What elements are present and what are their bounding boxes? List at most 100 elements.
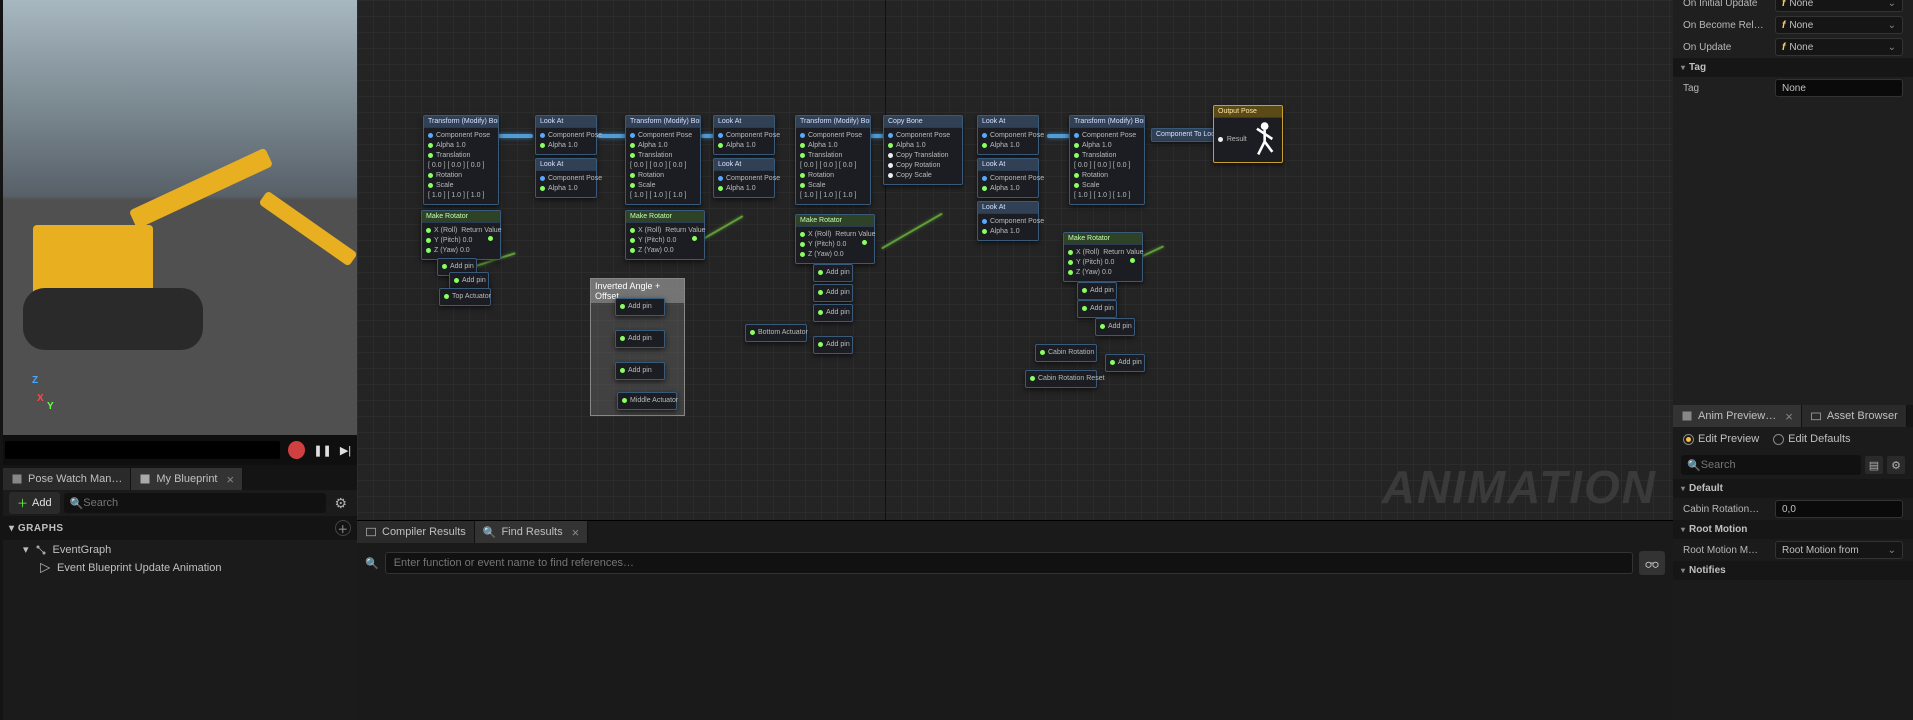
prop-cabin-rotation: Cabin Rotation… 0,0 [1673, 498, 1913, 520]
add-label: Add [32, 497, 52, 509]
tab-label: Compiler Results [382, 526, 466, 538]
node-transform-bone[interactable]: Transform (Modify) Bone Component Pose A… [423, 115, 499, 205]
anim-graph-canvas[interactable]: Transform (Modify) Bone Component Pose A… [357, 0, 1673, 520]
node-add-pin[interactable]: Add pin [813, 284, 853, 302]
tab-asset-browser[interactable]: Asset Browser [1802, 405, 1907, 427]
tree-label: EventGraph [53, 544, 112, 556]
find-in-all-button[interactable] [1639, 551, 1665, 575]
node-look-at[interactable]: Look At Component Pose Alpha 1.0 [977, 158, 1039, 198]
category-tag[interactable]: ▾ Tag [1673, 58, 1913, 77]
function-icon: f [1782, 0, 1785, 9]
preview-search[interactable]: 🔍 [1681, 455, 1861, 475]
close-icon[interactable]: × [572, 525, 580, 540]
node-add-pin[interactable]: Add pin [615, 362, 665, 380]
close-icon[interactable]: × [1785, 409, 1793, 424]
settings-gear-icon[interactable]: ⚙ [330, 495, 351, 512]
node-top-actuator[interactable]: Top Actuator [439, 288, 491, 306]
node-make-rotator[interactable]: Make Rotator X (Roll) Return Value Y (Pi… [1063, 232, 1143, 282]
tab-my-blueprint[interactable]: My Blueprint × [131, 468, 243, 490]
node-copy-bone[interactable]: Copy Bone Component Pose Alpha 1.0 Copy … [883, 115, 963, 185]
left-panel-tabs: Pose Watch Man… My Blueprint × [3, 468, 357, 490]
node-cabin-rotation[interactable]: Cabin Rotation [1035, 344, 1097, 362]
collapse-icon: ▾ [23, 543, 29, 556]
add-graph-button[interactable]: ＋ [335, 520, 351, 536]
node-transform-bone[interactable]: Transform (Modify) Bone Component Pose A… [1069, 115, 1145, 205]
graph-watermark: ANIMATION [1382, 460, 1657, 514]
close-icon[interactable]: × [227, 472, 235, 487]
blueprint-search-input[interactable] [83, 497, 320, 509]
node-add-pin[interactable]: Add pin [1077, 300, 1117, 318]
collapse-icon: ▾ [1681, 63, 1685, 72]
tree-item-event-update-animation[interactable]: Event Blueprint Update Animation [3, 559, 357, 577]
node-add-pin[interactable]: Add pin [1105, 354, 1145, 372]
node-look-at[interactable]: Look At Component Pose Alpha 1.0 [535, 158, 597, 198]
tree-item-eventgraph[interactable]: ▾ EventGraph [3, 540, 357, 559]
preview-search-input[interactable] [1701, 459, 1855, 471]
settings-button[interactable]: ⚙ [1887, 456, 1905, 474]
node-add-pin[interactable]: Add pin [615, 330, 665, 348]
node-middle-actuator[interactable]: Middle Actuator [617, 392, 677, 410]
cabin-rotation-input[interactable]: 0,0 [1775, 500, 1903, 518]
add-button[interactable]: ＋ Add [9, 492, 60, 514]
node-add-pin[interactable]: Add pin [813, 304, 853, 322]
node-add-pin[interactable]: Add pin [1095, 318, 1135, 336]
node-add-pin[interactable]: Add pin [615, 298, 665, 316]
node-look-at[interactable]: Look At Component Pose Alpha 1.0 [977, 115, 1039, 155]
find-input[interactable] [385, 552, 1633, 574]
node-transform-bone[interactable]: Transform (Modify) Bone Component Pose A… [795, 115, 871, 205]
tab-label: Find Results [501, 526, 562, 538]
tag-value[interactable]: None [1775, 79, 1903, 97]
dropdown-on-become-relevant[interactable]: f None ⌄ [1775, 16, 1903, 34]
radio-dot-icon [1773, 434, 1784, 445]
node-output-pose[interactable]: Output Pose Result [1213, 105, 1283, 163]
list-view-button[interactable]: ▤ [1865, 456, 1883, 474]
blueprint-icon [139, 473, 151, 485]
tab-anim-preview-editor[interactable]: Anim Preview… × [1673, 405, 1802, 427]
tab-label: Asset Browser [1827, 410, 1898, 422]
node-look-at[interactable]: Look At Component Pose Alpha 1.0 [977, 201, 1039, 241]
tab-find-results[interactable]: 🔍 Find Results × [475, 521, 588, 543]
node-add-pin[interactable]: Add pin [1077, 282, 1117, 300]
search-icon: 🔍 [1687, 459, 1701, 472]
viewport-timeline: ❚❚ ▶| [3, 435, 357, 465]
node-cabin-rotation-reset[interactable]: Cabin Rotation Reset [1025, 370, 1097, 388]
chevron-down-icon: ⌄ [1888, 20, 1896, 31]
node-look-at[interactable]: Look At Component Pose Alpha 1.0 [713, 158, 775, 198]
graphs-section-header[interactable]: ▾ GRAPHS ＋ [3, 516, 357, 540]
chevron-down-icon: ⌄ [1888, 0, 1896, 9]
dropdown-on-initial-update[interactable]: f None ⌄ [1775, 0, 1903, 12]
dropdown-on-update[interactable]: f None ⌄ [1775, 38, 1903, 56]
radio-edit-defaults[interactable]: Edit Defaults [1773, 433, 1850, 445]
radio-edit-preview[interactable]: Edit Preview [1683, 433, 1759, 445]
pause-button[interactable]: ❚❚ [313, 440, 332, 460]
prop-root-motion-mode: Root Motion M… Root Motion from ⌄ [1673, 539, 1913, 561]
blueprint-search[interactable]: 🔍 [64, 493, 327, 513]
node-component-to-local[interactable]: Component To Local [1151, 128, 1215, 142]
pose-figure-icon [1251, 121, 1278, 157]
timeline-track[interactable] [5, 441, 280, 459]
step-button[interactable]: ▶| [336, 440, 355, 460]
node-make-rotator[interactable]: Make Rotator X (Roll) Return Value Y (Pi… [795, 214, 875, 264]
node-add-pin[interactable]: Add pin [813, 264, 853, 282]
node-look-at[interactable]: Look At Component Pose Alpha 1.0 [535, 115, 597, 155]
node-look-at[interactable]: Look At Component Pose Alpha 1.0 [713, 115, 775, 155]
node-transform-bone[interactable]: Transform (Modify) Bone Component Pose A… [625, 115, 701, 205]
node-bottom-actuator[interactable]: Bottom Actuator [745, 324, 807, 342]
viewport-3d[interactable]: Z X Y [3, 0, 357, 435]
collapse-icon: ▾ [1681, 566, 1685, 575]
dropdown-root-motion-mode[interactable]: Root Motion from ⌄ [1775, 541, 1903, 559]
category-default[interactable]: ▾ Default [1673, 479, 1913, 498]
bottom-panel: Compiler Results 🔍 Find Results × 🔍 [357, 520, 1673, 720]
chevron-down-icon: ⌄ [1888, 42, 1896, 53]
category-notifies[interactable]: ▾ Notifies [1673, 561, 1913, 580]
tab-pose-watch-manager[interactable]: Pose Watch Man… [3, 468, 131, 490]
function-icon: f [1782, 42, 1785, 53]
search-icon: 🔍 [483, 526, 497, 539]
node-make-rotator[interactable]: Make Rotator X (Roll) Return Value Y (Pi… [421, 210, 501, 260]
record-button[interactable] [288, 441, 305, 459]
category-root-motion[interactable]: ▾ Root Motion [1673, 520, 1913, 539]
tab-compiler-results[interactable]: Compiler Results [357, 521, 475, 543]
excavator-mesh [23, 90, 343, 350]
node-make-rotator[interactable]: Make Rotator X (Roll) Return Value Y (Pi… [625, 210, 705, 260]
node-add-pin[interactable]: Add pin [813, 336, 853, 354]
